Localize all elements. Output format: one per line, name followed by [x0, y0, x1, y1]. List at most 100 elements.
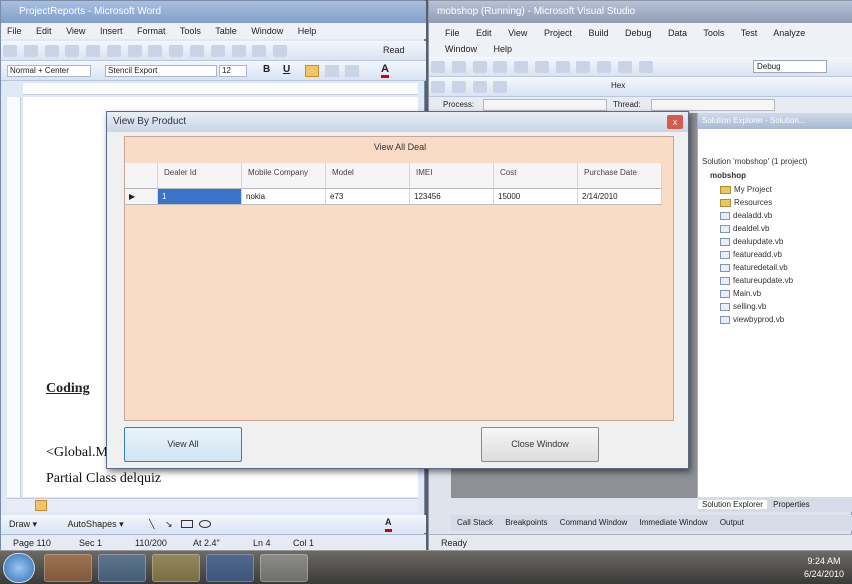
vs-menu-analyze[interactable]: Analyze — [773, 28, 805, 38]
paste-icon[interactable] — [190, 45, 205, 57]
cell-imei[interactable]: 123456 — [410, 189, 494, 205]
font-size-select[interactable]: 12 — [219, 65, 247, 77]
close-icon[interactable]: x — [667, 115, 683, 129]
vs-menu-edit[interactable]: Edit — [476, 28, 492, 38]
vs-cut-icon[interactable] — [534, 61, 549, 73]
columns-icon[interactable] — [273, 45, 288, 57]
vs-menu-view[interactable]: View — [508, 28, 527, 38]
arrow-icon[interactable]: ↘ — [165, 515, 173, 533]
line-icon[interactable]: ╲ — [149, 515, 154, 533]
close-window-button[interactable]: Close Window — [481, 427, 599, 462]
font-color-icon[interactable]: A — [381, 63, 389, 78]
vs-add-item-icon[interactable] — [451, 61, 466, 73]
hex-button[interactable]: Hex — [611, 81, 625, 90]
thread-select[interactable] — [651, 99, 775, 111]
word-menu-window[interactable]: Window — [251, 26, 283, 36]
vs-save-all-icon[interactable] — [514, 61, 529, 73]
vs-new-project-icon[interactable] — [431, 61, 445, 73]
permission-icon[interactable] — [65, 45, 80, 57]
internet-explorer-icon[interactable] — [98, 554, 146, 582]
tab-properties[interactable]: Properties — [769, 500, 813, 509]
horizontal-scrollbar[interactable] — [7, 498, 418, 512]
table-icon[interactable] — [252, 45, 267, 57]
print-layout-icon[interactable] — [35, 500, 47, 511]
word-menu-view[interactable]: View — [66, 26, 85, 36]
item-viewbyprod[interactable]: viewbyprod.vb — [720, 315, 784, 324]
vs-menu-data[interactable]: Data — [668, 28, 687, 38]
open-icon[interactable] — [23, 45, 38, 57]
copy-icon[interactable] — [169, 45, 184, 57]
new-icon[interactable] — [3, 45, 17, 57]
vs-menu-window[interactable]: Window — [445, 44, 477, 54]
cell-mobile-company[interactable]: nokia — [242, 189, 326, 205]
vs-menu-debug[interactable]: Debug — [625, 28, 652, 38]
save-icon[interactable] — [44, 45, 59, 57]
tab-call-stack[interactable]: Call Stack — [457, 518, 493, 527]
vs-paste-icon[interactable] — [576, 61, 591, 73]
print-icon[interactable] — [86, 45, 101, 57]
vs-menu-tools[interactable]: Tools — [703, 28, 724, 38]
col-purchase-date[interactable]: Purchase Date — [578, 163, 662, 189]
vs-start-icon[interactable] — [638, 61, 653, 73]
vs-pause-icon[interactable] — [472, 81, 487, 93]
word-menu-tools[interactable]: Tools — [180, 26, 201, 36]
draw-menu[interactable]: Draw ▾ — [9, 519, 37, 529]
item-resources[interactable]: Resources — [720, 198, 772, 207]
preview-icon[interactable] — [106, 45, 121, 57]
solution-config-select[interactable]: Debug — [753, 60, 827, 73]
word-menu-table[interactable]: Table — [215, 26, 237, 36]
cell-model[interactable]: e73 — [326, 189, 410, 205]
tab-solution-explorer[interactable]: Solution Explorer — [698, 500, 767, 509]
cell-purchase-date[interactable]: 2/14/2010 — [578, 189, 662, 205]
item-featuredetail[interactable]: featuredetail.vb — [720, 263, 788, 272]
underline-icon[interactable]: U — [283, 64, 290, 75]
read-button[interactable]: Read — [383, 45, 405, 55]
vs-redo-icon[interactable] — [618, 61, 633, 73]
item-main[interactable]: Main.vb — [720, 289, 761, 298]
col-cost[interactable]: Cost — [494, 163, 578, 189]
spelling-icon[interactable] — [127, 45, 142, 57]
process-select[interactable] — [483, 99, 607, 111]
vs-breakpoint-icon[interactable] — [451, 81, 466, 93]
vs-step-icon[interactable] — [431, 81, 445, 93]
rectangle-icon[interactable] — [181, 520, 193, 528]
vs-open-icon[interactable] — [472, 61, 487, 73]
item-dealupdate[interactable]: dealupdate.vb — [720, 237, 783, 246]
justify-icon[interactable] — [325, 65, 339, 77]
word-menu-help[interactable]: Help — [298, 26, 317, 36]
tab-immediate-window[interactable]: Immediate Window — [640, 518, 708, 527]
vs-undo-icon[interactable] — [597, 61, 612, 73]
autoshapes-menu[interactable]: AutoShapes ▾ — [68, 519, 124, 529]
clock[interactable]: 9:24 AM 6/24/2010 — [804, 555, 844, 581]
vs-menu-build[interactable]: Build — [588, 28, 608, 38]
solution-node[interactable]: Solution 'mobshop' (1 project) — [702, 157, 807, 166]
col-mobile-company[interactable]: Mobile Company — [242, 163, 326, 189]
row-selector-icon[interactable]: ▶ — [125, 189, 158, 205]
font-select[interactable]: Stencil Export — [105, 65, 217, 77]
item-my-project[interactable]: My Project — [720, 185, 772, 194]
tab-breakpoints[interactable]: Breakpoints — [505, 518, 547, 527]
vs-menu-project[interactable]: Project — [544, 28, 572, 38]
vs-copy-icon[interactable] — [555, 61, 570, 73]
cell-cost[interactable]: 15000 — [494, 189, 578, 205]
hyperlink-icon[interactable] — [231, 45, 246, 57]
explorer-folder-icon[interactable] — [152, 554, 200, 582]
item-featureadd[interactable]: featureadd.vb — [720, 250, 782, 259]
item-selling[interactable]: selling.vb — [720, 302, 766, 311]
col-imei[interactable]: IMEI — [410, 163, 494, 189]
word-menu-file[interactable]: File — [7, 26, 22, 36]
word-taskbar-icon[interactable] — [206, 554, 254, 582]
item-featureupdate[interactable]: featureupdate.vb — [720, 276, 793, 285]
cell-dealer-id[interactable]: 1 — [158, 189, 242, 205]
tab-output[interactable]: Output — [720, 518, 744, 527]
item-dealdel[interactable]: dealdel.vb — [720, 224, 769, 233]
vs-menu-test[interactable]: Test — [741, 28, 758, 38]
indent-icon[interactable] — [345, 65, 359, 77]
drawing-font-color-icon[interactable]: A — [385, 515, 392, 532]
vs-menu-help[interactable]: Help — [494, 44, 513, 54]
view-all-button[interactable]: View All — [124, 427, 242, 462]
col-dealer-id[interactable]: Dealer Id — [158, 163, 242, 189]
item-dealadd[interactable]: dealadd.vb — [720, 211, 772, 220]
app-taskbar-icon[interactable] — [260, 554, 308, 582]
col-model[interactable]: Model — [326, 163, 410, 189]
